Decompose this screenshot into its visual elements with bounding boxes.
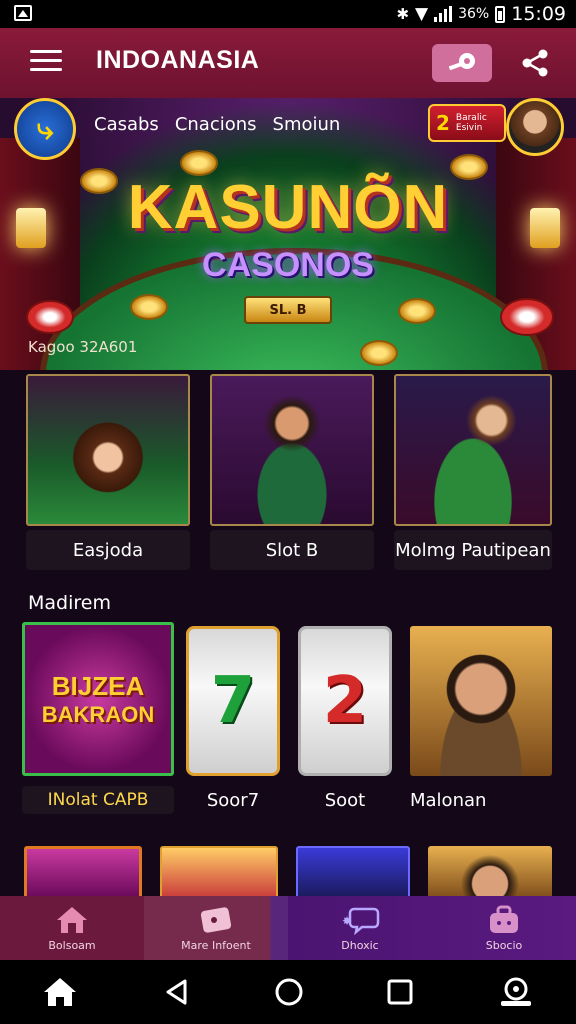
chip — [360, 340, 398, 366]
logo-badge[interactable]: ⤷ — [14, 98, 76, 160]
featured-label[interactable]: Easjoda — [26, 530, 190, 570]
chip — [130, 294, 168, 320]
game-label[interactable]: Soot — [298, 786, 392, 814]
featured-card-3[interactable] — [394, 374, 552, 526]
wifi-icon: ▼ — [415, 4, 429, 24]
app-title: INDOANASIA — [96, 46, 260, 74]
nav-label: Sbocio — [485, 938, 523, 952]
reel-symbol: 2 — [322, 664, 368, 738]
hero-caption: Kagoo 32A601 — [28, 338, 138, 356]
chat-icon: ✸ — [342, 907, 380, 935]
featured-label[interactable]: Molmg Pautipean — [394, 530, 552, 570]
gallery-icon — [14, 5, 32, 21]
nav-label: Dhoxic — [341, 938, 379, 952]
game-label[interactable]: Malonan — [410, 786, 486, 814]
back-icon[interactable] — [162, 977, 192, 1007]
game-card-4[interactable] — [410, 626, 552, 776]
assistant-icon[interactable] — [497, 975, 535, 1009]
battery-icon — [495, 5, 506, 23]
reel-symbol: 7 — [210, 664, 256, 738]
nav-item-shop[interactable]: Sbocio — [432, 896, 576, 960]
app-bar: INDOANASIA — [0, 28, 576, 98]
game-card-1[interactable]: BIJZEA BAKRAON — [22, 622, 174, 776]
featured-label[interactable]: Slot B — [210, 530, 374, 570]
card-icon — [200, 906, 232, 933]
bag-icon — [490, 905, 518, 933]
signal-icon — [434, 6, 453, 22]
key-icon — [448, 53, 475, 71]
nav-item-info[interactable]: Mare Infoent — [144, 896, 288, 960]
featured-card-2[interactable] — [210, 374, 374, 526]
featured-card-1[interactable] — [26, 374, 190, 526]
game-card-5[interactable] — [24, 846, 142, 900]
chip — [26, 300, 74, 334]
nav-label: Bolsoam — [48, 938, 96, 952]
chip — [398, 298, 436, 324]
share-button[interactable] — [518, 46, 552, 80]
game-card-2[interactable]: 7 — [186, 626, 280, 776]
home-system-icon[interactable] — [41, 975, 79, 1009]
menu-button[interactable] — [30, 50, 62, 76]
game-card-3[interactable]: 2 — [298, 626, 392, 776]
recents-icon[interactable] — [386, 978, 414, 1006]
lightning-icon: ⤷ — [36, 111, 54, 147]
battery-percent: 36% — [458, 6, 490, 22]
section-title: Madirem — [28, 592, 111, 614]
hero-tab[interactable]: Cnacions — [175, 114, 257, 135]
coin-badge[interactable]: 2 Baralic Esivin — [428, 104, 506, 142]
home-icon — [57, 906, 87, 933]
coin-label: Baralic Esivin — [455, 113, 487, 133]
game-label[interactable]: Soor7 — [186, 786, 280, 814]
hero-subtitle: CASONOS — [202, 246, 374, 284]
game-card-6[interactable] — [160, 846, 278, 900]
system-nav-bar — [0, 960, 576, 1024]
home-circle-icon[interactable] — [274, 977, 304, 1007]
hero-title: KASUNÕN — [127, 173, 449, 242]
key-button[interactable] — [432, 44, 492, 82]
status-bar: ✱ ▼ 36% 15:09 — [0, 0, 576, 28]
svg-text:✸: ✸ — [342, 914, 352, 928]
bottom-nav: Bolsoam Mare Infoent ✸ Dhoxic Sbocio — [0, 896, 576, 960]
game-art-subtitle: BAKRAON — [41, 701, 155, 727]
game-label[interactable]: INolat CAPB — [22, 786, 174, 814]
game-card-8[interactable] — [428, 846, 552, 900]
hero-tabs: Casabs Cnacions Smoiun — [94, 114, 340, 135]
game-art-title: BIJZEA — [51, 670, 145, 701]
hero-tab[interactable]: Smoiun — [273, 114, 341, 135]
nav-item-chat[interactable]: ✸ Dhoxic — [288, 896, 432, 960]
clock: 15:09 — [511, 3, 566, 25]
bluetooth-icon: ✱ — [396, 5, 410, 23]
nav-item-home[interactable]: Bolsoam — [0, 896, 144, 960]
chip — [500, 298, 554, 336]
share-icon — [522, 49, 548, 77]
hero-tab[interactable]: Casabs — [94, 114, 159, 135]
hero-plaque: SL. B — [244, 296, 332, 324]
game-card-7[interactable] — [296, 846, 410, 900]
nav-label: Mare Infoent — [181, 938, 251, 952]
avatar[interactable] — [506, 98, 564, 156]
coin-value: 2 — [436, 111, 450, 135]
